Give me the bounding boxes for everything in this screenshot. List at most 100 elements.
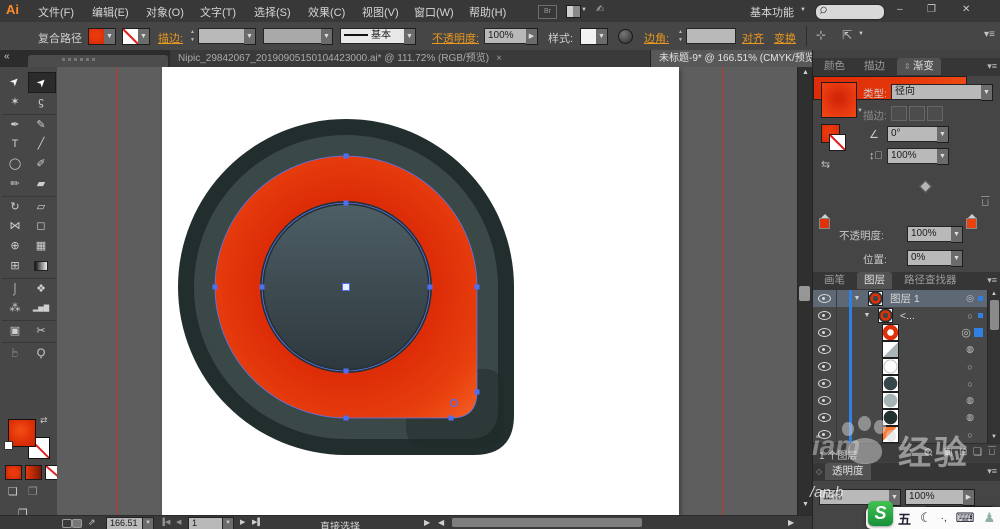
gradient-angle-field[interactable]: 0° <box>887 126 939 142</box>
gradient-stroke-proxy[interactable] <box>829 134 846 151</box>
tool-pencil[interactable]: ✏ <box>2 174 28 193</box>
last-artboard-icon[interactable]: ▶▌ <box>252 518 262 526</box>
arrange-documents-arrow-icon[interactable]: ▼ <box>581 7 587 13</box>
path-thumbnail-dark-circle[interactable] <box>882 409 899 426</box>
tool-type[interactable]: T <box>2 134 28 153</box>
corner-stepper[interactable]: ▲ ▼ <box>676 28 685 44</box>
guide-line-left[interactable] <box>117 67 118 515</box>
isolate-object-icon[interactable]: ⊹ <box>816 28 826 42</box>
layer-name[interactable]: 图层 1 <box>890 291 962 306</box>
tool-shape-builder[interactable]: ⊕ <box>2 236 28 255</box>
tool-lasso[interactable]: ϛ <box>28 92 54 111</box>
target-icon[interactable]: ○ <box>962 379 978 389</box>
guide-line-right[interactable] <box>722 67 723 515</box>
visibility-toggle[interactable] <box>818 328 831 337</box>
gradient-midpoint-marker[interactable] <box>919 180 932 193</box>
visibility-toggle[interactable] <box>818 413 831 422</box>
app-logo[interactable]: Ai <box>6 2 19 17</box>
transparency-panel-menu-icon[interactable]: ▾≡ <box>987 466 997 477</box>
menu-help[interactable]: 帮助(H) <box>469 4 506 20</box>
workspace-toggle-icon[interactable] <box>62 519 72 528</box>
path-thumbnail-diagonal[interactable] <box>882 341 899 358</box>
hscroll-right-icon[interactable]: ▶ <box>788 518 794 527</box>
layers-panel-menu-icon[interactable]: ▾≡ <box>987 275 997 286</box>
target-icon[interactable]: ◍ <box>962 412 978 423</box>
target-icon[interactable]: ○ <box>962 362 978 372</box>
sogou-logo-icon[interactable]: S <box>868 501 893 526</box>
ime-keyboard-icon[interactable]: ⌨ <box>956 510 975 526</box>
tab-layers[interactable]: 图层 <box>857 272 892 289</box>
brush-definition-arrow-icon[interactable]: ▼ <box>404 28 416 45</box>
gradient-type-dropdown[interactable]: 径向 <box>891 84 983 100</box>
make-mask-icon[interactable]: ▣ <box>943 447 952 458</box>
select-similar-icon[interactable]: ⇱ <box>842 28 852 42</box>
minimize-button[interactable]: – <box>897 4 903 15</box>
fill-color-arrow-icon[interactable]: ▼ <box>104 28 116 45</box>
ime-account-icon[interactable]: ♟ <box>984 510 996 526</box>
path-thumbnail-white-circle[interactable] <box>882 358 899 375</box>
draw-normal-icon[interactable]: ❏ <box>8 485 18 498</box>
width-profile-dropdown[interactable] <box>263 28 323 44</box>
tool-curvature[interactable]: ✎ <box>28 115 54 134</box>
stop-position-arrow-icon[interactable]: ▼ <box>951 250 963 267</box>
bridge-icon[interactable]: Br <box>538 5 557 19</box>
transparency-opacity-arrow-icon[interactable]: ▶ <box>963 489 975 506</box>
layers-scrollbar[interactable]: ▲ ▼ <box>987 290 1000 443</box>
new-sublayer-icon[interactable]: ⊞ <box>959 447 967 458</box>
group-name[interactable]: <... <box>900 310 962 322</box>
target-icon[interactable]: ◎ <box>958 326 974 339</box>
close-button[interactable]: ✕ <box>962 4 970 15</box>
tool-rotate[interactable]: ↻ <box>2 197 28 216</box>
select-similar-arrow-icon[interactable]: ▼ <box>858 31 864 37</box>
document-tab-inactive[interactable]: Nipic_29842067_20190905150104423000.ai* … <box>170 50 651 67</box>
stop-opacity-arrow-icon[interactable]: ▼ <box>951 226 963 243</box>
target-icon[interactable]: ◍ <box>962 344 978 355</box>
tool-zoom[interactable]: Ϙ <box>28 343 54 362</box>
gradient-mode-button[interactable] <box>25 465 42 480</box>
tab-transparency[interactable]: 透明度 <box>825 463 871 480</box>
artboard-arrow-icon[interactable]: ▼ <box>222 517 234 529</box>
stop-opacity-field[interactable]: 100% <box>907 226 953 242</box>
visibility-toggle[interactable] <box>818 430 831 439</box>
tool-scale[interactable]: ▱ <box>28 197 54 216</box>
gradient-stop-right[interactable] <box>966 214 977 229</box>
tool-hand[interactable]: ☞ <box>2 343 28 362</box>
zoom-level-arrow-icon[interactable]: ▼ <box>142 517 154 529</box>
tool-slice[interactable]: ✂ <box>28 321 54 340</box>
tab-brushes[interactable]: 画笔 <box>817 272 852 289</box>
gradient-type-arrow-icon[interactable]: ▼ <box>981 84 993 101</box>
expand-layer-icon[interactable]: ▼ <box>852 295 862 302</box>
stroke-gradient-across-icon[interactable] <box>927 106 943 121</box>
stroke-gradient-along-icon[interactable] <box>909 106 925 121</box>
artboard-number-field[interactable]: 1 <box>188 517 226 529</box>
tool-eyedropper[interactable]: ⌡ <box>2 279 28 298</box>
gradient-ratio-field[interactable]: 100% <box>887 148 939 164</box>
delete-stop-icon[interactable]: ⊔ <box>981 196 990 209</box>
gradient-fill-thumbnail[interactable] <box>821 82 857 118</box>
tool-gradient[interactable] <box>28 256 54 275</box>
menu-select[interactable]: 选择(S) <box>254 4 291 20</box>
style-arrow-icon[interactable]: ▼ <box>596 28 608 45</box>
visibility-toggle[interactable] <box>818 396 831 405</box>
tool-free-transform[interactable]: ◻ <box>28 216 54 235</box>
tab-stroke[interactable]: 描边 <box>857 58 892 75</box>
visibility-toggle[interactable] <box>818 345 831 354</box>
target-icon[interactable]: ○ <box>962 311 978 321</box>
gradient-ratio-arrow-icon[interactable]: ▼ <box>937 148 949 165</box>
opacity-link[interactable]: 不透明度: <box>432 30 479 46</box>
target-icon[interactable]: ○ <box>962 430 978 440</box>
menu-file[interactable]: 文件(F) <box>38 4 74 20</box>
corner-link[interactable]: 边角: <box>644 30 669 46</box>
scroll-down-icon[interactable]: ▼ <box>991 434 997 440</box>
stroke-color-arrow-icon[interactable]: ▼ <box>138 28 150 45</box>
menu-view[interactable]: 视图(V) <box>362 4 399 20</box>
gradient-stop-left[interactable] <box>819 214 830 229</box>
tab-gradient[interactable]: ⇕ 渐变 <box>897 58 941 75</box>
path-thumbnail-red-ring[interactable] <box>882 324 899 341</box>
tool-eraser[interactable]: ▰ <box>28 174 54 193</box>
layer-thumbnail-logo[interactable] <box>868 291 883 306</box>
tool-ellipse[interactable]: ◯ <box>2 154 28 173</box>
group-thumbnail-logo[interactable] <box>878 308 893 323</box>
canvas-area[interactable] <box>57 67 797 515</box>
ime-fullhalf-icon[interactable]: ☾ <box>920 510 932 526</box>
